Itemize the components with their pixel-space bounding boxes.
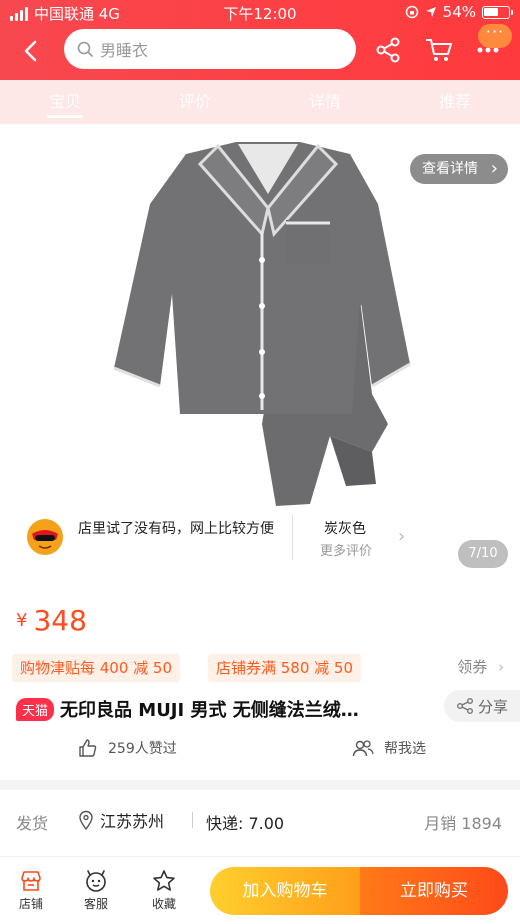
product-title: 无印良品 MUJI 男式 无侧缝法兰绒… bbox=[60, 700, 359, 721]
help-choose-button[interactable]: 帮我选 bbox=[352, 738, 426, 758]
battery-icon bbox=[482, 5, 513, 19]
shop-label: 店铺 bbox=[18, 897, 43, 911]
shipping-divider bbox=[192, 812, 193, 828]
customer-service-button[interactable]: 客服 bbox=[76, 869, 116, 912]
section-divider bbox=[0, 780, 520, 790]
share-icon[interactable] bbox=[374, 36, 402, 64]
location-arrow-icon bbox=[425, 7, 436, 17]
tmall-badge: 天猫 bbox=[16, 697, 55, 721]
shop-button[interactable]: 店铺 bbox=[11, 869, 51, 912]
tab-baobei[interactable]: 宝贝 bbox=[0, 80, 130, 124]
tab-reviews[interactable]: 评价 bbox=[130, 80, 260, 124]
people-icon bbox=[352, 740, 374, 757]
monthly-sales: 月销 1894 bbox=[424, 814, 502, 833]
message-badge[interactable]: ··· bbox=[478, 24, 512, 48]
chevron-right-icon: › bbox=[498, 658, 504, 676]
top-header: 中国联通 4G 下午12:00 54% 男睡衣 ··· bbox=[0, 0, 520, 80]
avatar bbox=[27, 519, 63, 555]
back-icon[interactable] bbox=[18, 38, 44, 64]
battery-percent: 54% bbox=[442, 3, 476, 21]
shipping-row[interactable]: 发货 江苏苏州 快递: 7.00 月销 1894 bbox=[0, 800, 520, 840]
buy-now-button[interactable]: 立即购买 bbox=[360, 867, 508, 915]
tab-recommend[interactable]: 推荐 bbox=[390, 80, 520, 124]
coupon-shopping-allowance[interactable]: 购物津贴每 400 减 50 bbox=[12, 654, 181, 682]
currency-symbol: ¥ bbox=[16, 610, 28, 631]
section-tabs: 宝贝 评价 详情 推荐 bbox=[0, 80, 520, 124]
status-bar: 中国联通 4G 下午12:00 54% bbox=[0, 0, 520, 24]
add-to-cart-button[interactable]: 加入购物车 bbox=[210, 867, 360, 915]
nav-bar: 男睡衣 ··· bbox=[0, 24, 520, 76]
service-label: 客服 bbox=[83, 897, 108, 911]
social-row: 259人赞过 帮我选 bbox=[0, 734, 520, 768]
price: ¥348 bbox=[16, 604, 87, 637]
help-choose-label: 帮我选 bbox=[384, 741, 426, 757]
search-input[interactable]: 男睡衣 bbox=[64, 29, 356, 69]
share-icon bbox=[456, 698, 473, 714]
like-button[interactable]: 259人赞过 bbox=[78, 738, 177, 758]
location-pin-icon bbox=[79, 810, 93, 830]
view-detail-label: 查看详情 bbox=[422, 161, 478, 177]
bottom-action-bar: 店铺 客服 收藏 加入购物车 立即购买 bbox=[0, 856, 520, 924]
share-label: 分享 bbox=[477, 697, 508, 716]
search-icon bbox=[77, 41, 93, 57]
service-icon bbox=[86, 870, 106, 892]
favorite-button[interactable]: 收藏 bbox=[144, 869, 184, 912]
shipping-fee: 快递: 7.00 bbox=[206, 814, 285, 833]
likes-count: 259人赞过 bbox=[108, 741, 177, 757]
shipping-label: 发货 bbox=[16, 814, 49, 833]
share-button[interactable]: 分享 bbox=[444, 690, 520, 722]
image-counter: 7/10 bbox=[458, 540, 508, 568]
review-divider bbox=[292, 514, 293, 560]
search-placeholder: 男睡衣 bbox=[100, 41, 149, 60]
view-detail-button[interactable]: 查看详情 › bbox=[410, 154, 508, 184]
coupon-store[interactable]: 店铺券满 580 减 50 bbox=[208, 654, 362, 682]
cart-icon[interactable] bbox=[424, 36, 454, 64]
claim-coupon-link[interactable]: 领券 › bbox=[457, 656, 504, 677]
review-text: 店里试了没有码，网上比较方便 bbox=[78, 521, 274, 537]
price-value: 348 bbox=[33, 604, 87, 637]
more-reviews-link[interactable]: 更多评价 bbox=[320, 540, 372, 559]
status-right: 54% bbox=[405, 3, 513, 21]
thumbs-up-icon bbox=[79, 739, 97, 757]
review-variant: 炭灰色 bbox=[324, 521, 366, 537]
product-title-row: 天猫 无印良品 MUJI 男式 无侧缝法兰绒… bbox=[16, 696, 436, 722]
star-icon bbox=[153, 870, 175, 891]
shipping-location: 江苏苏州 bbox=[100, 812, 165, 831]
favorite-label: 收藏 bbox=[151, 897, 176, 911]
claim-coupon-label: 领券 bbox=[457, 658, 488, 676]
tab-details[interactable]: 详情 bbox=[260, 80, 390, 124]
chevron-right-icon: › bbox=[398, 526, 406, 547]
shipping-origin: 江苏苏州 bbox=[78, 808, 164, 832]
store-icon bbox=[21, 871, 41, 891]
lock-rotation-icon bbox=[405, 5, 418, 19]
chevron-right-icon: › bbox=[490, 158, 498, 179]
review-snippet[interactable]: 店里试了没有码，网上比较方便 炭灰色 更多评价 › bbox=[0, 508, 440, 568]
